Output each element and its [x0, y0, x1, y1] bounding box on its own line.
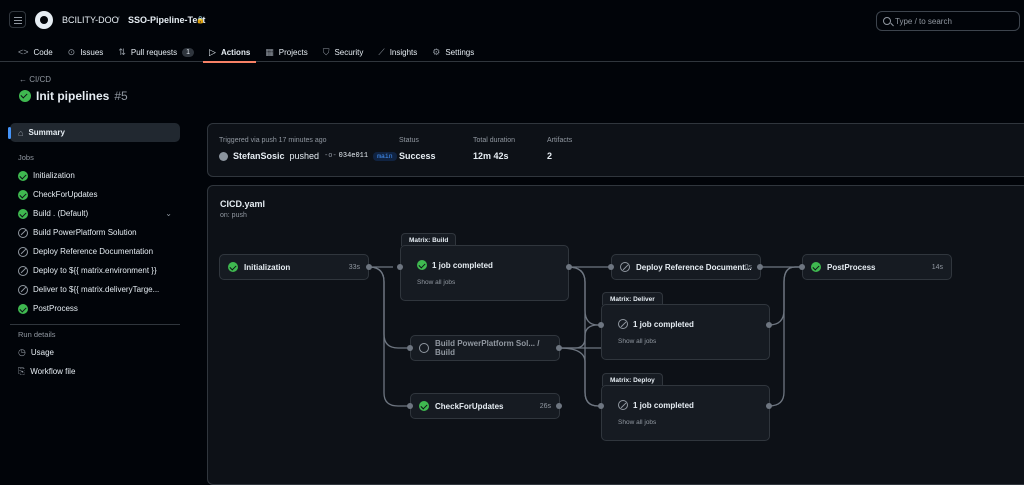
success-check-icon [419, 401, 429, 411]
job-duration: 26s [539, 402, 551, 410]
matrix-build-group[interactable]: 1 job completed Show all jobs [400, 245, 569, 301]
job-duration: 33s [348, 263, 360, 271]
matrix-deliver-row: 1 job completed [618, 319, 694, 329]
pending-icon [419, 343, 429, 353]
connector-dot [566, 264, 572, 270]
show-all-jobs-link[interactable]: Show all jobs [417, 279, 455, 286]
job-build-powerplatform[interactable]: Build PowerPlatform Sol... / Build [410, 335, 560, 361]
skipped-icon [620, 262, 630, 272]
connector-dot [407, 345, 413, 351]
matrix-deploy-group[interactable]: 1 job completed Show all jobs [601, 385, 770, 441]
connector-dot [766, 322, 772, 328]
skipped-icon [618, 319, 628, 329]
connector-dot [556, 403, 562, 409]
matrix-deploy-row: 1 job completed [618, 400, 694, 410]
skipped-icon [618, 400, 628, 410]
matrix-deliver-summary: 1 job completed [633, 319, 694, 329]
matrix-build-row: 1 job completed [417, 260, 493, 270]
matrix-deliver-group[interactable]: 1 job completed Show all jobs [601, 304, 770, 360]
job-checkforupdates[interactable]: CheckForUpdates 26s [410, 393, 560, 419]
connector-dot [598, 403, 604, 409]
job-label: Build PowerPlatform Sol... / Build [435, 339, 540, 357]
connector-dot [598, 322, 604, 328]
job-postprocess[interactable]: PostProcess 14s [802, 254, 952, 280]
connector-dot [799, 264, 805, 270]
job-label: CheckForUpdates [435, 401, 504, 411]
job-deploy-reference-docs[interactable]: Deploy Reference Document... 0s [611, 254, 761, 280]
connector-dot [366, 264, 372, 270]
matrix-deploy-summary: 1 job completed [633, 400, 694, 410]
connector-dot [608, 264, 614, 270]
job-duration: 0s [744, 263, 752, 271]
show-all-jobs-link[interactable]: Show all jobs [618, 338, 656, 345]
connector-dot [556, 345, 562, 351]
show-all-jobs-link[interactable]: Show all jobs [618, 419, 656, 426]
connector-dot [757, 264, 763, 270]
connector-dot [766, 403, 772, 409]
job-label: PostProcess [827, 262, 876, 272]
success-check-icon [228, 262, 238, 272]
job-duration: 14s [931, 263, 943, 271]
connector-dot [397, 264, 403, 270]
success-check-icon [811, 262, 821, 272]
job-label: Deploy Reference Document... [636, 262, 752, 272]
connector-dot [407, 403, 413, 409]
matrix-build-summary: 1 job completed [432, 260, 493, 270]
job-label: Initialization [244, 262, 291, 272]
success-check-icon [417, 260, 427, 270]
job-initialization[interactable]: Initialization 33s [219, 254, 369, 280]
